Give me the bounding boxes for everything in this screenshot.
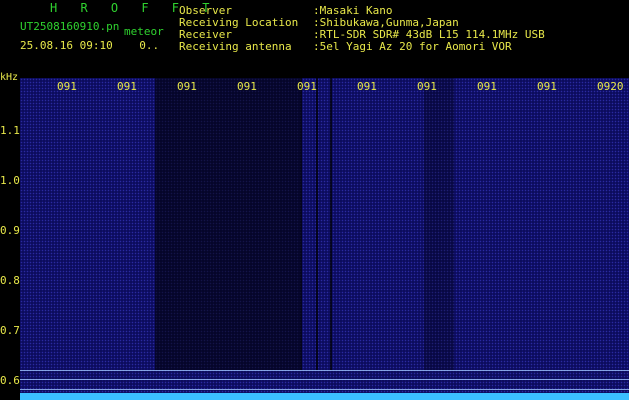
reference-line [20,370,629,371]
y-tick: 0.8 [0,274,20,287]
y-tick: 1.1 [0,124,20,137]
dark-band [424,78,454,370]
y-tick: 0.9 [0,224,20,237]
x-tick: 091 [297,80,317,93]
reference-line [20,389,629,390]
x-tick: 091 [417,80,437,93]
y-axis-unit: kHz [0,72,19,83]
x-tick: 091 [117,80,137,93]
signal-baseline [20,393,629,400]
header-panel: H R O F F T UT2508160910.pn meteor 25.08… [0,0,629,78]
meteor-streak [316,78,318,370]
y-tick: 1.0 [0,174,20,187]
x-tick: 091 [237,80,257,93]
x-tick: 091 [537,80,557,93]
x-tick: 091 [57,80,77,93]
y-tick: 0.7 [0,324,20,337]
dark-band [155,78,300,370]
x-tick: 091 [477,80,497,93]
x-tick: 091 [357,80,377,93]
x-tick: 091 [177,80,197,93]
timestamp-value: 25.08.16 09:10 [20,39,113,52]
x-tick: 0920 [597,80,624,93]
counter: 0.. [139,39,160,52]
meteor-streak [300,78,302,370]
waterfall-spectrogram: 091 091 091 091 091 091 091 091 091 0920 [20,78,629,400]
reference-line [20,379,629,380]
meteor-streak [330,78,332,370]
file-name: UT2508160910.pn [20,20,120,33]
y-tick: 0.6 [0,374,20,387]
info-labels: Observer Receiving Location Receiver Rec… [179,4,299,53]
timestamp: 25.08.16 09:10 0.. [20,40,159,52]
info-values: :Masaki Kano :Shibukawa,Gunma,Japan :RTL… [313,4,545,53]
file-type: meteor [124,25,164,38]
